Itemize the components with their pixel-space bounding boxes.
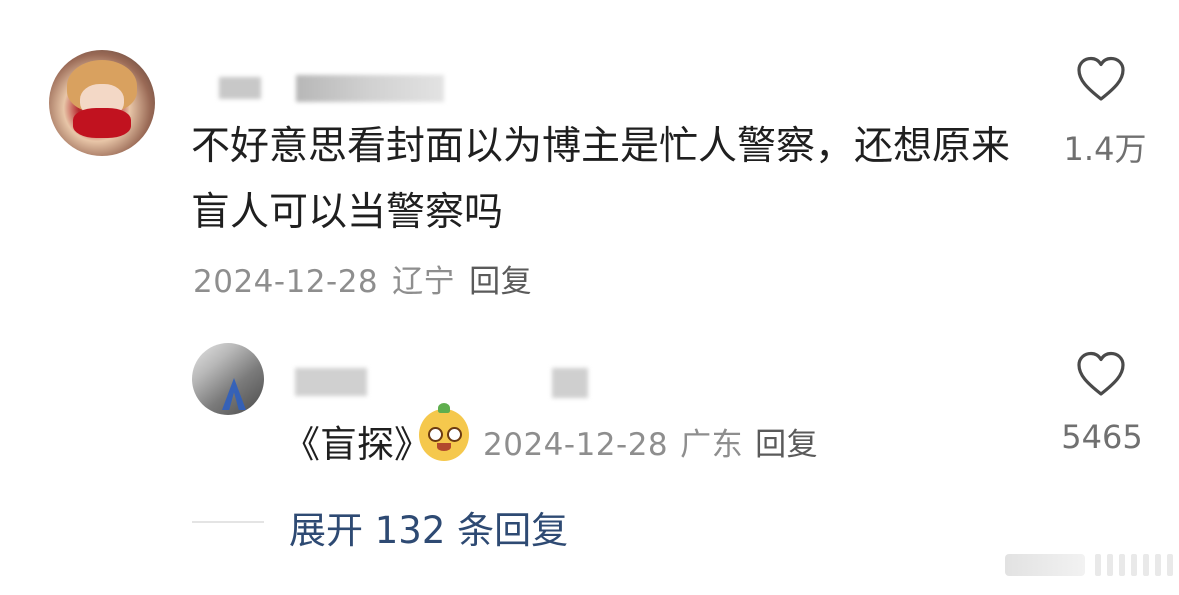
comment-date: 2024-12-28 [193, 264, 379, 300]
reply-button[interactable]: 回复 [469, 264, 532, 300]
reply-location: 广东 [680, 427, 744, 463]
comment-text: 不好意思看封面以为博主是忙人警察，还想原来盲人可以当警察吗 [191, 124, 1011, 235]
comment-location: 辽宁 [392, 264, 456, 300]
watermark-bar [1155, 554, 1161, 576]
watermark-bar [1095, 554, 1101, 576]
watermark-bar [1143, 554, 1149, 576]
username-blur-block [295, 368, 367, 396]
avatar-graphic [222, 378, 246, 410]
avatar[interactable] [49, 50, 155, 156]
comment-meta: 2024-12-28 辽宁 回复 [193, 256, 546, 301]
reply-text: 《盲探》 [283, 423, 431, 466]
emoji-eye [428, 427, 443, 442]
like-count: 5465 [1061, 418, 1143, 456]
reply-meta: 2024-12-28 广东 回复 [483, 419, 830, 464]
reply-avatar[interactable] [192, 343, 264, 415]
like-heart-icon[interactable] [1075, 350, 1127, 398]
reply-date: 2024-12-28 [483, 427, 669, 463]
username-blur-block [552, 368, 588, 398]
avatar-scarf [73, 108, 131, 138]
watermark-bar [1131, 554, 1137, 576]
like-heart-icon[interactable] [1075, 55, 1127, 103]
emoji-eye [447, 427, 462, 442]
puppy-emoji-icon [419, 403, 469, 461]
watermark [1005, 550, 1175, 582]
emoji-mouth [437, 443, 451, 451]
watermark-block [1005, 554, 1085, 576]
like-count: 1.4万 [1063, 130, 1147, 168]
reply-button[interactable]: 回复 [755, 427, 818, 463]
expand-replies-button[interactable]: 展开 132 条回复 [289, 500, 568, 554]
username-blur-block [219, 77, 261, 99]
watermark-bar [1119, 554, 1125, 576]
divider [192, 521, 264, 523]
watermark-bar [1167, 554, 1173, 576]
watermark-bar [1107, 554, 1113, 576]
username-blur-block [296, 75, 444, 102]
